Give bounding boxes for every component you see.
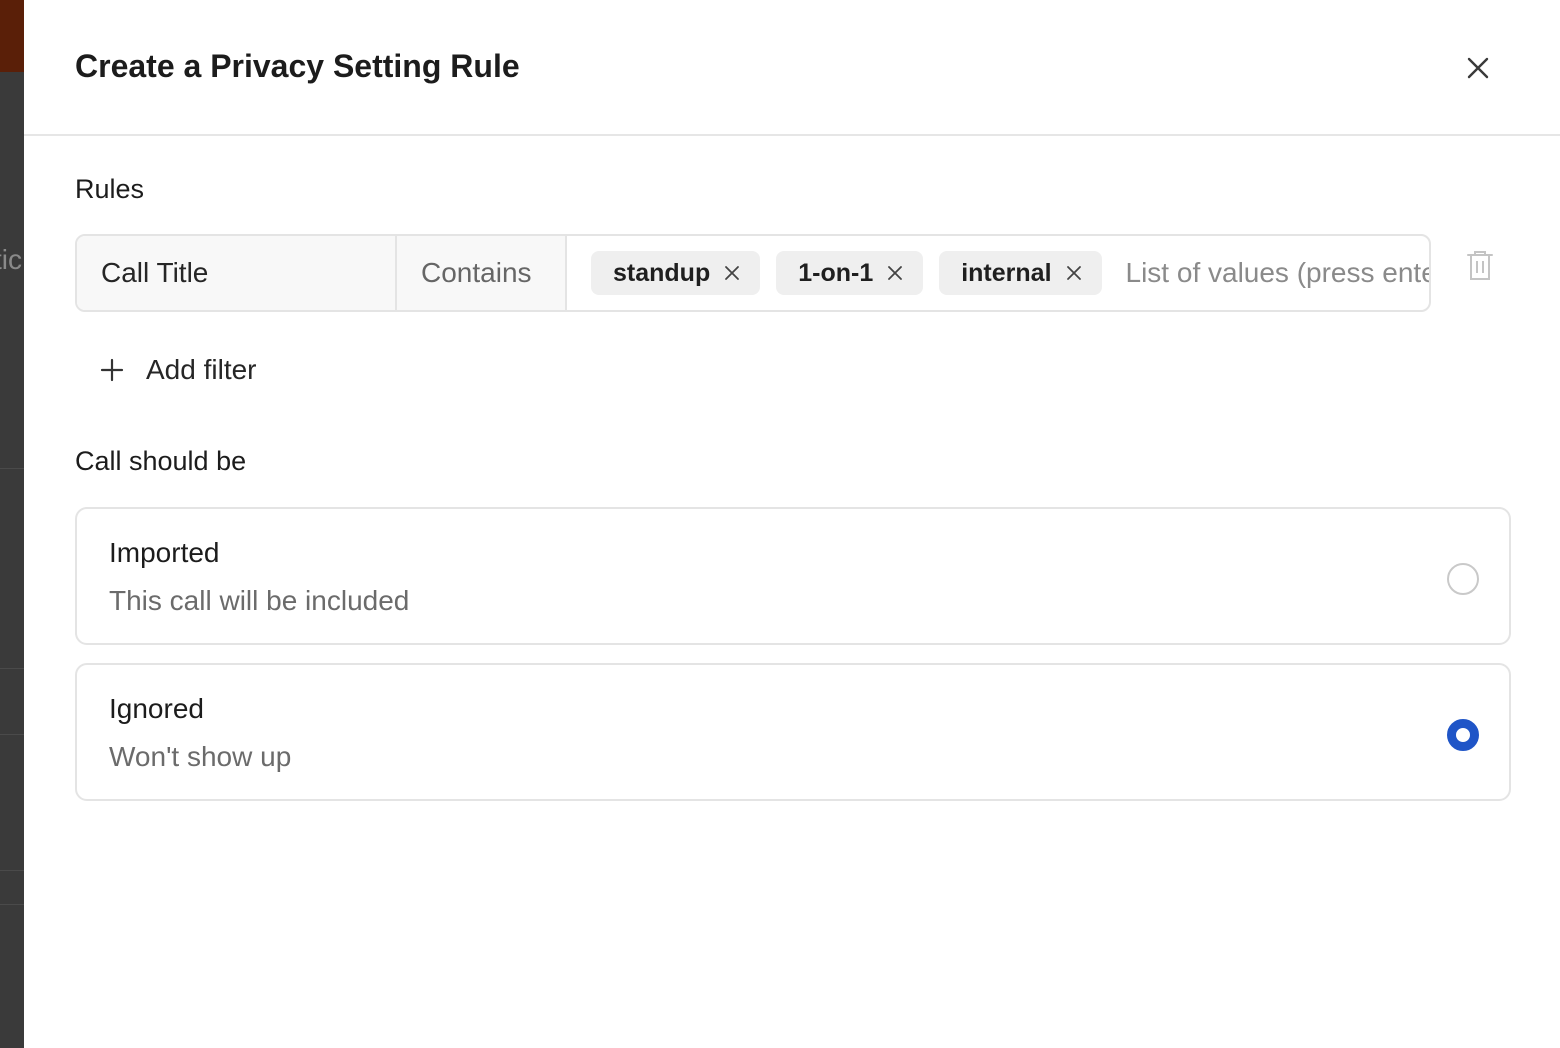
delete-rule-button[interactable] — [1462, 246, 1498, 286]
background-page: tic — [0, 0, 24, 1048]
chip-label: internal — [961, 258, 1052, 287]
background-divider — [0, 468, 24, 469]
plus-icon — [100, 358, 124, 382]
background-divider — [0, 668, 24, 669]
operator-select[interactable]: Contains — [397, 236, 567, 310]
modal-title: Create a Privacy Setting Rule — [75, 48, 520, 84]
chip-remove-button[interactable] — [885, 263, 905, 283]
x-icon — [1066, 266, 1081, 280]
trash-icon — [1467, 251, 1493, 280]
value-chip: 1-on-1 — [776, 251, 924, 295]
option-description: This call will be included — [109, 585, 410, 616]
close-icon — [1467, 57, 1489, 79]
value-chip: standup — [591, 251, 761, 295]
x-icon — [725, 266, 740, 280]
values-input[interactable] — [1117, 257, 1429, 289]
x-icon — [888, 266, 903, 280]
rules-section-label: Rules — [75, 174, 145, 204]
close-button[interactable] — [1458, 48, 1498, 88]
chip-remove-button[interactable] — [1064, 263, 1084, 283]
modal-header: Create a Privacy Setting Rule — [24, 0, 1560, 136]
background-divider — [0, 734, 24, 735]
values-multi-input[interactable]: standup 1-on-1 internal — [567, 236, 1429, 310]
privacy-rule-modal: Create a Privacy Setting Rule Rules Call… — [24, 0, 1560, 1048]
chip-label: 1-on-1 — [798, 258, 874, 287]
radio-ignored[interactable] — [1447, 719, 1479, 751]
add-filter-label: Add filter — [146, 354, 257, 385]
option-ignored[interactable]: Ignored Won't show up — [75, 663, 1511, 801]
value-chip: internal — [939, 251, 1102, 295]
field-select[interactable]: Call Title — [77, 236, 397, 310]
background-divider — [0, 904, 24, 905]
option-title: Imported — [109, 537, 220, 568]
background-text-fragment: tic — [0, 244, 22, 275]
background-header-strip — [0, 0, 24, 72]
chip-label: standup — [613, 258, 711, 287]
add-filter-button[interactable]: Add filter — [100, 354, 257, 386]
option-description: Won't show up — [109, 741, 292, 772]
option-imported[interactable]: Imported This call will be included — [75, 507, 1511, 645]
option-title: Ignored — [109, 693, 204, 724]
background-divider — [0, 870, 24, 871]
call-should-be-label: Call should be — [75, 446, 247, 476]
radio-imported[interactable] — [1447, 563, 1479, 595]
chip-remove-button[interactable] — [722, 263, 742, 283]
rule-filter-row: Call Title Contains standup 1-on-1 inter… — [75, 234, 1431, 312]
